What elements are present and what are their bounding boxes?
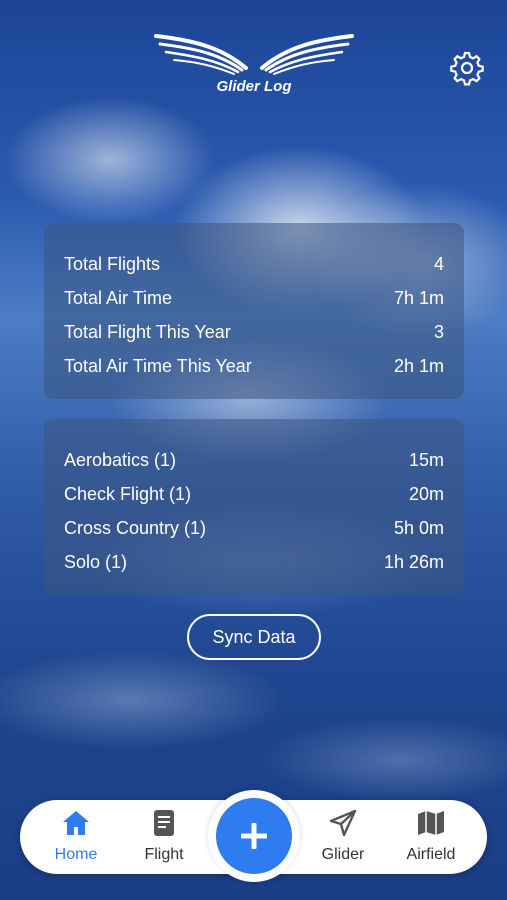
stat-value: 7h 1m [393, 287, 444, 308]
flight-type-label: Aerobatics (1) [64, 449, 177, 470]
stat-label: Total Flights [64, 253, 161, 274]
stat-row-flights-this-year: Total Flight This Year 3 [64, 315, 444, 349]
flight-type-label: Cross Country (1) [64, 517, 207, 538]
logo-text: Glider Log [216, 78, 292, 95]
gear-icon [450, 51, 484, 86]
flight-type-duration: 15m [408, 449, 444, 470]
flight-type-row[interactable]: Aerobatics (1) 15m [64, 443, 444, 477]
stat-row-total-flights: Total Flights 4 [64, 247, 444, 281]
plus-icon [241, 823, 267, 849]
navigation-arrow-icon [329, 809, 357, 837]
stat-label: Total Flight This Year [64, 321, 231, 342]
stat-label: Total Air Time [64, 287, 173, 308]
stat-value: 4 [433, 253, 444, 274]
tab-home-label: Home [54, 846, 98, 863]
sync-data-button[interactable]: Sync Data [187, 614, 321, 660]
document-icon [154, 810, 174, 836]
flight-type-duration: 1h 26m [383, 551, 444, 572]
flight-type-duration: 20m [408, 483, 444, 504]
stat-value: 2h 1m [393, 355, 444, 376]
flight-types-card: Aerobatics (1) 15m Check Flight (1) 20m … [44, 419, 464, 594]
flight-type-row[interactable]: Cross Country (1) 5h 0m [64, 511, 444, 545]
tab-glider[interactable]: Glider [303, 808, 383, 868]
tab-flight-label: Flight [144, 846, 184, 863]
stat-value: 3 [433, 321, 444, 342]
tab-flight[interactable]: Flight [124, 808, 204, 868]
wings-icon [154, 34, 354, 75]
home-icon [63, 811, 89, 835]
map-icon [418, 811, 444, 835]
stat-label: Total Air Time This Year [64, 355, 252, 376]
flight-type-row[interactable]: Check Flight (1) 20m [64, 477, 444, 511]
flight-type-row[interactable]: Solo (1) 1h 26m [64, 545, 444, 579]
stats-card: Total Flights 4 Total Air Time 7h 1m Tot… [44, 223, 464, 399]
flight-type-label: Check Flight (1) [64, 483, 192, 504]
flight-type-duration: 5h 0m [393, 517, 444, 538]
tab-home[interactable]: Home [36, 808, 116, 868]
tab-airfield-label: Airfield [406, 846, 456, 863]
flight-type-label: Solo (1) [64, 551, 128, 572]
settings-button[interactable] [449, 50, 485, 86]
tab-airfield[interactable]: Airfield [391, 808, 471, 868]
app-logo: Glider Log [150, 28, 358, 98]
stat-row-air-time-this-year: Total Air Time This Year 2h 1m [64, 349, 444, 383]
tab-glider-label: Glider [321, 846, 365, 863]
add-flight-button[interactable] [216, 798, 292, 874]
stat-row-total-air-time: Total Air Time 7h 1m [64, 281, 444, 315]
